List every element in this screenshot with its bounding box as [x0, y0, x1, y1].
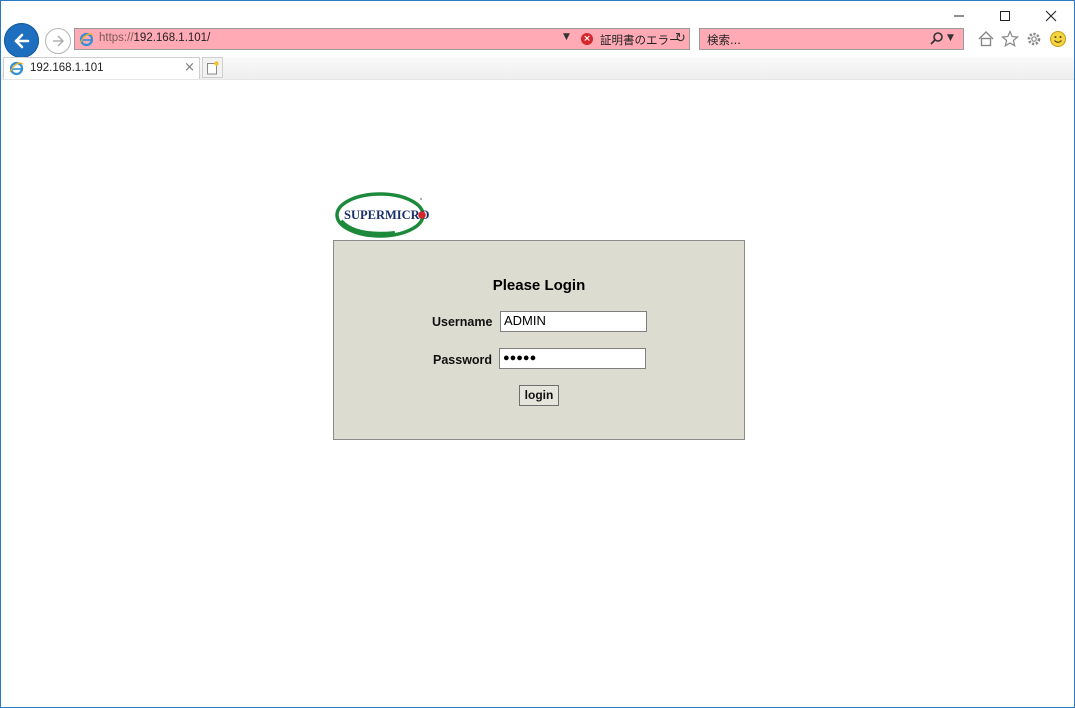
home-icon[interactable]	[976, 29, 996, 49]
gear-icon[interactable]	[1024, 29, 1044, 49]
tab-active[interactable]: 192.168.1.101 ×	[3, 57, 200, 79]
back-button[interactable]	[4, 23, 39, 58]
tab-title: 192.168.1.101	[30, 62, 104, 74]
search-box[interactable]: 検索... ▼	[699, 28, 964, 50]
new-tab-icon	[207, 60, 219, 74]
browser-window: https://192.168.1.101/ ▼ × 証明書のエラー ↻ 検索.…	[0, 0, 1075, 708]
address-dropdown-icon[interactable]: ▼	[563, 32, 570, 42]
ie-page-icon	[79, 32, 94, 51]
login-heading: Please Login	[492, 277, 586, 294]
login-panel: Please Login Username ADMIN Password ●●●…	[333, 240, 745, 440]
username-input[interactable]: ADMIN	[500, 311, 647, 332]
cert-error-icon[interactable]: ×	[581, 33, 593, 45]
url-host: 192.168.1.101/	[133, 32, 211, 44]
username-label: Username	[432, 315, 493, 329]
navigation-bar: https://192.168.1.101/ ▼ × 証明書のエラー ↻ 検索.…	[1, 21, 1074, 58]
arrow-right-icon	[53, 35, 64, 47]
arrow-left-icon	[14, 33, 29, 48]
feedback-smiley-icon[interactable]	[1048, 29, 1068, 49]
search-dropdown-icon[interactable]: ▼	[947, 33, 954, 43]
tab-bar: 192.168.1.101 ×	[1, 57, 1074, 80]
new-tab-button[interactable]	[202, 57, 223, 78]
login-button[interactable]: login	[519, 385, 559, 406]
ie-tab-icon	[9, 61, 24, 80]
url-text: https://192.168.1.101/	[99, 32, 210, 44]
address-bar[interactable]: https://192.168.1.101/ ▼ × 証明書のエラー ↻	[74, 28, 690, 50]
password-input[interactable]: ●●●●●	[499, 348, 646, 369]
favorites-star-icon[interactable]	[1000, 29, 1020, 49]
forward-button[interactable]	[45, 28, 71, 54]
url-protocol: https://	[99, 32, 134, 44]
search-placeholder: 検索...	[707, 33, 741, 47]
cert-error-label[interactable]: 証明書のエラー	[600, 32, 681, 48]
refresh-icon[interactable]: ↻	[675, 31, 686, 46]
logo-text: SUPERMICRO	[344, 208, 430, 222]
browser-toolbar	[976, 29, 1068, 49]
search-icon[interactable]	[929, 31, 945, 51]
tab-close-icon[interactable]: ×	[184, 60, 195, 75]
password-label: Password	[433, 353, 493, 367]
supermicro-logo: SUPERMICRO	[335, 191, 430, 239]
